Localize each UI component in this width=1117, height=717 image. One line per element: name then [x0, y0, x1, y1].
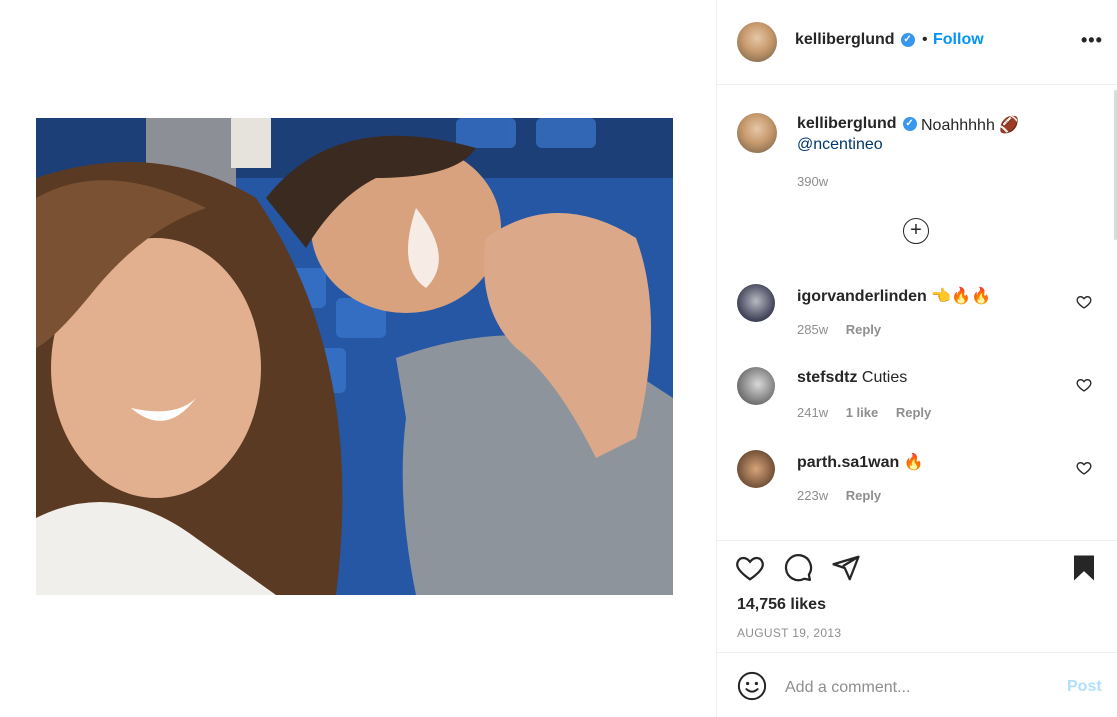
comment-timestamp[interactable]: 241w: [797, 405, 828, 420]
verified-badge-icon: ✓: [900, 32, 915, 47]
bookmark-icon[interactable]: [1069, 553, 1099, 583]
comment-reply-button[interactable]: Reply: [896, 405, 931, 420]
comment-like-heart-icon[interactable]: [1076, 294, 1092, 310]
caption-timestamp[interactable]: 390w: [797, 174, 828, 189]
comment-text: Cuties: [861, 369, 908, 386]
commenter-username[interactable]: stefsdtz: [797, 369, 857, 386]
share-icon[interactable]: [831, 553, 861, 583]
comment-meta: 285w Reply: [797, 322, 895, 337]
caption-username[interactable]: kelliberglund ✓: [797, 115, 917, 133]
post-photo[interactable]: [36, 118, 673, 595]
comment-reply-button[interactable]: Reply: [846, 488, 881, 503]
photo-illustration: [36, 118, 673, 595]
post-comment-button[interactable]: Post: [1067, 678, 1102, 696]
comment-reply-button[interactable]: Reply: [846, 322, 881, 337]
load-more-comments-icon[interactable]: +: [903, 218, 929, 244]
post-header: kelliberglund ✓ • Follow •••: [717, 0, 1117, 85]
comment-timestamp[interactable]: 223w: [797, 488, 828, 503]
comment-meta: 223w Reply: [797, 488, 895, 503]
author-avatar[interactable]: [737, 22, 777, 62]
emoji-icon[interactable]: [737, 671, 767, 701]
comment-text: 👈🔥🔥: [931, 288, 992, 305]
post-sidebar: kelliberglund ✓ • Follow ••• kelliberglun…: [716, 0, 1117, 717]
comment-text: 🔥: [903, 454, 924, 471]
caption-mention-link[interactable]: @ncentineo: [797, 136, 883, 154]
caption-avatar[interactable]: [737, 113, 777, 153]
comment-item: parth.sa1wan 🔥 223w Reply: [717, 450, 1117, 530]
author-username-text[interactable]: kelliberglund: [795, 31, 895, 48]
more-options-icon[interactable]: •••: [1081, 30, 1103, 51]
comment-text-line: stefsdtz Cuties: [797, 369, 907, 387]
author-username[interactable]: kelliberglund ✓: [795, 31, 915, 49]
media-pane: [0, 0, 716, 717]
commenter-avatar[interactable]: [737, 284, 775, 322]
heart-icon[interactable]: [735, 553, 765, 583]
composer-divider: [717, 652, 1117, 653]
comment-text-line: parth.sa1wan 🔥: [797, 452, 924, 472]
verified-badge-icon: ✓: [902, 116, 917, 131]
comment-timestamp[interactable]: 285w: [797, 322, 828, 337]
comment-item: igorvanderlinden 👈🔥🔥 285w Reply: [717, 284, 1117, 364]
comment-like-count[interactable]: 1 like: [846, 405, 879, 420]
caption-username-text[interactable]: kelliberglund: [797, 115, 897, 132]
caption-text: Noahhhhh 🏈: [921, 117, 1020, 134]
comment-text-line: igorvanderlinden 👈🔥🔥: [797, 286, 991, 306]
likes-count[interactable]: 14,756 likes: [737, 596, 826, 614]
commenter-username[interactable]: igorvanderlinden: [797, 288, 927, 305]
comment-like-heart-icon[interactable]: [1076, 377, 1092, 393]
comment-input[interactable]: [783, 674, 1047, 702]
commenter-avatar[interactable]: [737, 367, 775, 405]
commenter-avatar[interactable]: [737, 450, 775, 488]
commenter-username[interactable]: parth.sa1wan: [797, 454, 899, 471]
follow-button[interactable]: Follow: [933, 31, 984, 49]
comment-like-heart-icon[interactable]: [1076, 460, 1092, 476]
comment-meta: 241w 1 like Reply: [797, 405, 945, 420]
comment-item: stefsdtz Cuties 241w 1 like Reply: [717, 367, 1117, 447]
post-date[interactable]: AUGUST 19, 2013: [737, 626, 841, 640]
comment-icon[interactable]: [783, 553, 813, 583]
separator-dot: •: [922, 31, 928, 48]
actions-divider: [717, 540, 1117, 541]
